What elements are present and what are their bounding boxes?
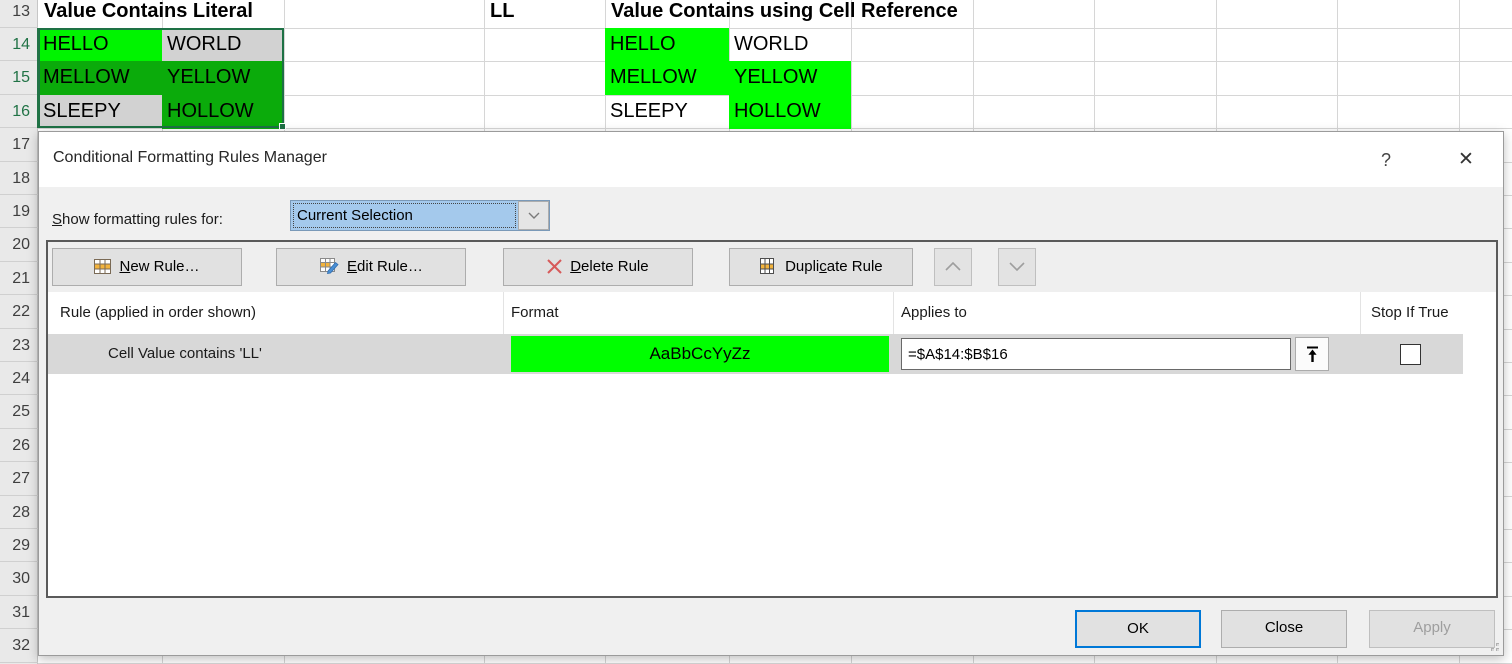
dropdown-arrow-button[interactable]	[518, 201, 549, 230]
grid-cell-F14[interactable]: WORLD	[729, 28, 851, 62]
row-header-31[interactable]: 31	[0, 596, 38, 629]
new-rule-button[interactable]: New Rule…	[52, 248, 242, 286]
grid-cell-E15[interactable]: MELLOW	[605, 61, 729, 95]
row-header-13[interactable]: 13	[0, 0, 38, 28]
row-header-28[interactable]: 28	[0, 496, 38, 529]
edit-rule-button[interactable]: Edit Rule…	[276, 248, 466, 286]
section-title-literal: Value Contains Literal	[44, 0, 253, 28]
row-header-21[interactable]: 21	[0, 262, 38, 295]
column-header-stop-if-true: Stop If True	[1371, 292, 1449, 334]
row-header-25[interactable]: 25	[0, 395, 38, 428]
conditional-formatting-rules-manager-dialog: Conditional Formatting Rules Manager ? ✕…	[38, 131, 1504, 656]
chevron-down-icon	[1009, 262, 1025, 271]
row-header-30[interactable]: 30	[0, 562, 38, 595]
close-button[interactable]: Close	[1221, 610, 1347, 648]
gridline-horizontal	[38, 663, 1512, 664]
column-header-rule: Rule (applied in order shown)	[60, 292, 256, 334]
new-rule-grid-icon	[94, 252, 111, 288]
row-header-24[interactable]: 24	[0, 362, 38, 395]
rules-list-header: Rule (applied in order shown) Format App…	[48, 292, 1496, 334]
grid-cell-E16[interactable]: SLEEPY	[605, 95, 729, 129]
row-header-29[interactable]: 29	[0, 529, 38, 562]
collapse-dialog-button[interactable]	[1295, 337, 1329, 371]
duplicate-rule-button[interactable]: Duplicate Rule	[729, 248, 913, 286]
row-header-column: 1314151617181920212223242526272829303132	[0, 0, 38, 664]
column-separator	[503, 292, 504, 334]
row-header-26[interactable]: 26	[0, 429, 38, 462]
row-header-22[interactable]: 22	[0, 295, 38, 328]
row-header-16[interactable]: 16	[0, 95, 38, 128]
rule-row-selected[interactable]: Cell Value contains 'LL' AaBbCcYyZz	[48, 334, 1463, 374]
rules-list-container: New Rule… Edit Rule… Delete Rule Duplica…	[46, 240, 1498, 598]
row-header-15[interactable]: 15	[0, 61, 38, 94]
range-select-arrow-icon	[1305, 346, 1320, 363]
selection-range-border	[38, 28, 284, 128]
delete-x-icon	[547, 252, 562, 288]
grid-cell-F15[interactable]: YELLOW	[729, 61, 851, 95]
resize-grip[interactable]	[1487, 639, 1500, 652]
close-icon[interactable]: ✕	[1451, 146, 1481, 174]
edit-rule-pencil-icon	[320, 252, 339, 288]
section-title-cell-reference: Value Contains using Cell Reference	[611, 0, 958, 28]
apply-button-disabled: Apply	[1369, 610, 1495, 648]
help-icon[interactable]: ?	[1371, 146, 1401, 174]
stop-if-true-checkbox[interactable]	[1400, 344, 1421, 365]
row-header-14[interactable]: 14	[0, 28, 38, 61]
rule-description: Cell Value contains 'LL'	[108, 334, 262, 374]
duplicate-rule-grid-icon	[760, 252, 777, 288]
move-rule-up-button[interactable]	[934, 248, 972, 286]
grid-cell-E14[interactable]: HELLO	[605, 28, 729, 62]
row-header-32[interactable]: 32	[0, 629, 38, 662]
dialog-footer: OK Close Apply	[39, 596, 1503, 655]
applies-to-input[interactable]	[901, 338, 1291, 370]
move-rule-down-button[interactable]	[998, 248, 1036, 286]
grid-cell-F16[interactable]: HOLLOW	[729, 95, 851, 129]
show-rules-dropdown[interactable]: Current Selection	[290, 200, 550, 231]
row-header-27[interactable]: 27	[0, 462, 38, 495]
fill-handle[interactable]	[279, 123, 286, 130]
row-header-17[interactable]: 17	[0, 128, 38, 161]
dialog-title: Conditional Formatting Rules Manager	[53, 149, 327, 167]
row-header-18[interactable]: 18	[0, 162, 38, 195]
chevron-down-icon	[528, 212, 540, 219]
column-header-applies-to: Applies to	[901, 292, 967, 334]
ok-button[interactable]: OK	[1075, 610, 1201, 648]
column-header-format: Format	[511, 292, 559, 334]
row-header-20[interactable]: 20	[0, 228, 38, 261]
dialog-titlebar[interactable]: Conditional Formatting Rules Manager ? ✕	[39, 132, 1503, 187]
column-separator	[1360, 292, 1361, 334]
delete-rule-button[interactable]: Delete Rule	[503, 248, 693, 286]
section-title-criteria: LL	[490, 0, 514, 28]
dropdown-selected-value: Current Selection	[292, 202, 517, 229]
row-header-19[interactable]: 19	[0, 195, 38, 228]
column-separator	[893, 292, 894, 334]
rules-toolbar: New Rule… Edit Rule… Delete Rule Duplica…	[48, 242, 1496, 292]
format-preview-swatch: AaBbCcYyZz	[511, 336, 889, 372]
row-header-23[interactable]: 23	[0, 329, 38, 362]
chevron-up-icon	[945, 262, 961, 271]
show-rules-label: Show formatting rules for:	[52, 211, 223, 228]
